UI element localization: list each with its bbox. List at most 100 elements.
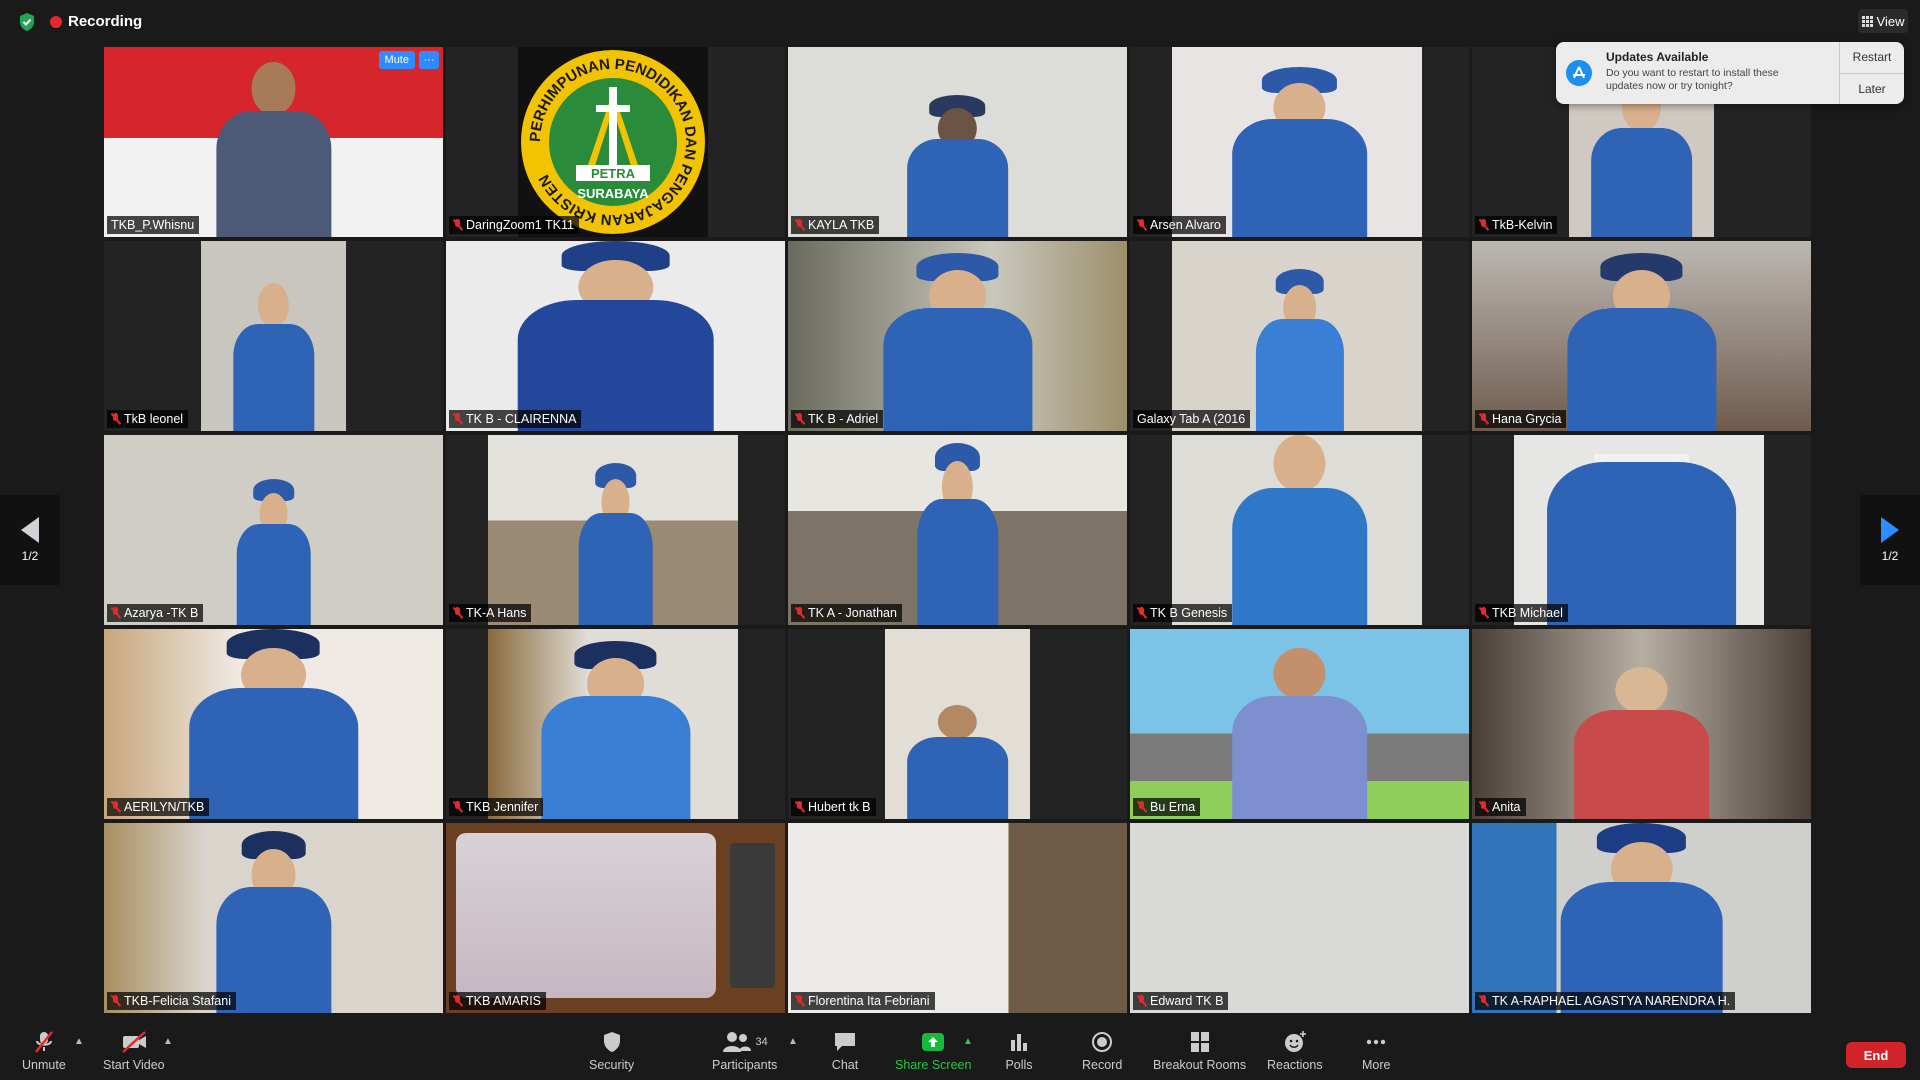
mic-muted-icon [453,801,462,813]
gallery-grid: Mute ··· TKB_P.Whisnu PERHIMPUNAN PENDID… [104,47,1814,1019]
participant-name: AERILYN/TKB [124,800,205,814]
participants-button[interactable]: 34 Participants [712,1030,777,1072]
mic-muted-icon [1479,995,1488,1007]
participant-name: TK B Genesis [1150,606,1228,620]
recording-indicator[interactable]: Recording [50,13,142,30]
video-tile[interactable]: TKB Jennifer [446,629,785,819]
video-feed: PERHIMPUNAN PENDIDIKAN DAN PENGAJARAN KR… [518,47,708,237]
video-camera-off-icon [121,1031,146,1053]
video-tile[interactable]: AERILYN/TKB [104,629,443,819]
video-tile[interactable]: PERHIMPUNAN PENDIDIKAN DAN PENGAJARAN KR… [446,47,785,237]
participant-figure [906,94,1009,237]
participant-name: TK B - Adriel [808,412,879,426]
video-tile[interactable]: TK A-RAPHAEL AGASTYA NARENDRA H. [1472,823,1811,1013]
participant-name: Azarya -TK B [124,606,199,620]
grid-icon [1861,15,1873,27]
polls-button[interactable]: Polls [1005,1030,1033,1072]
breakout-rooms-label: Breakout Rooms [1153,1058,1247,1072]
breakout-rooms-icon [1190,1032,1209,1052]
restart-button[interactable]: Restart [1840,42,1904,73]
participant-name: TKB AMARIS [466,994,542,1008]
share-options-caret-icon[interactable]: ▲ [963,1036,973,1047]
participant-name-tag: TK B Genesis [1133,604,1233,622]
participant-name-tag: TkB leonel [107,410,189,428]
later-button[interactable]: Later [1840,72,1904,105]
record-button[interactable]: Record [1082,1030,1122,1072]
video-tile[interactable]: TK B - CLAIRENNA [446,241,785,431]
reactions-button[interactable]: Reactions [1267,1030,1323,1072]
video-tile[interactable]: TKB AMARIS [446,823,785,1013]
mute-participant-button[interactable]: Mute [378,51,415,69]
video-tile[interactable]: TK A - Jonathan [788,435,1127,625]
mic-muted-icon [453,413,462,425]
video-tile[interactable]: Florentina Ita Febriani [788,823,1127,1013]
video-tile[interactable]: Azarya -TK B [104,435,443,625]
security-button[interactable]: Security [589,1030,634,1072]
video-feed [788,823,1127,1013]
start-video-label: Start Video [103,1058,165,1072]
video-tile[interactable]: Mute ··· TKB_P.Whisnu [104,47,443,237]
polls-chart-icon [1011,1034,1027,1051]
participant-figure [1546,435,1737,625]
mic-muted-icon [1479,607,1488,619]
mic-muted-icon [453,995,462,1007]
video-tile[interactable]: Galaxy Tab A (2016 [1130,241,1469,431]
top-bar: Recording View [0,0,1920,44]
video-tile[interactable]: Arsen Alvaro [1130,47,1469,237]
mic-muted-icon [795,801,804,813]
next-page-button[interactable]: 1/2 [1860,495,1920,585]
video-tile[interactable]: TK B Genesis [1130,435,1469,625]
video-tile[interactable]: TKB Michael [1472,435,1811,625]
recording-label: Recording [68,13,143,30]
video-tile[interactable]: Anita [1472,629,1811,819]
participant-figure [1560,823,1723,1013]
participants-options-caret-icon[interactable]: ▲ [788,1036,798,1047]
view-button[interactable]: View [1858,9,1908,33]
video-options-caret-icon[interactable]: ▲ [163,1036,173,1047]
more-options-button[interactable]: ··· [419,51,439,69]
previous-page-button[interactable]: 1/2 [0,495,60,585]
participant-figure [1590,85,1693,237]
video-tile[interactable]: Edward TK B [1130,823,1469,1013]
video-tile[interactable]: TkB leonel [104,241,443,431]
video-tile[interactable]: TK B - Adriel [788,241,1127,431]
video-feed [446,823,785,1013]
mic-muted-icon [1137,607,1146,619]
end-meeting-button[interactable]: End [1846,1042,1906,1068]
petra-logo: PERHIMPUNAN PENDIDIKAN DAN PENGAJARAN KR… [521,50,705,234]
start-video-button[interactable]: Start Video [103,1030,165,1072]
video-tile[interactable]: Hana Grycia [1472,241,1811,431]
participant-figure [578,462,653,625]
unmute-button[interactable]: Unmute [22,1030,66,1072]
share-screen-button[interactable]: Share Screen [895,1030,971,1072]
participant-name: Bu Erna [1150,800,1196,814]
logo-city-text: SURABAYA [577,186,649,201]
participant-name-tag: TK A - Jonathan [791,604,902,622]
video-tile[interactable]: KAYLA TKB [788,47,1127,237]
mic-muted-icon [1137,995,1146,1007]
participant-name: TkB-Kelvin [1492,218,1553,232]
participant-figure [1573,667,1710,819]
participant-name-tag: Bu Erna [1133,798,1201,816]
chat-label: Chat [831,1058,859,1072]
breakout-rooms-button[interactable]: Breakout Rooms [1153,1030,1246,1072]
shield-icon [603,1032,620,1052]
chat-button[interactable]: Chat [831,1030,859,1072]
mic-muted-icon [111,995,120,1007]
logo-center-text: PETRA [591,166,636,181]
participant-name: TKB Jennifer [466,800,539,814]
video-tile[interactable]: Hubert tk B [788,629,1127,819]
more-button[interactable]: More [1362,1030,1390,1072]
video-tile[interactable]: TKB-Felicia Stafani [104,823,443,1013]
participant-name-tag: TK B - Adriel [791,410,884,428]
participant-figure [188,629,359,819]
video-tile[interactable]: TK-A Hans [446,435,785,625]
participant-name-tag: Azarya -TK B [107,604,204,622]
meeting-toolbar: Unmute ▲ Start Video ▲ Security 34 Parti… [0,1024,1920,1080]
audio-options-caret-icon[interactable]: ▲ [74,1036,84,1047]
mic-muted-icon [1479,413,1488,425]
participant-name-tag: TKB-Felicia Stafani [107,992,236,1010]
app-store-icon [1566,60,1592,86]
video-tile[interactable]: Bu Erna [1130,629,1469,819]
participants-icon [722,1032,751,1052]
